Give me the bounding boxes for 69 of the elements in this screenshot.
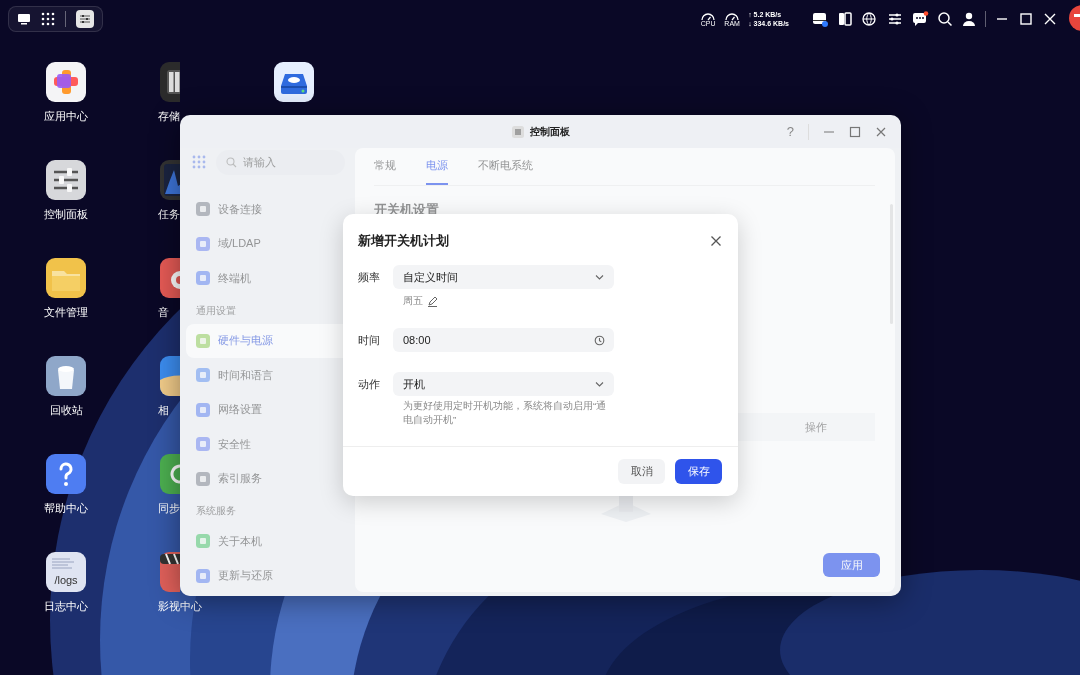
search-icon (226, 156, 237, 168)
app-label[interactable]: 相 (158, 403, 169, 418)
settings-category-icon (195, 470, 211, 487)
app-icon[interactable] (160, 258, 180, 298)
sidebar-heading: 系统服务 (195, 504, 237, 518)
close-icon[interactable] (1042, 11, 1058, 27)
app-icon[interactable]: /logs (46, 552, 86, 592)
settings-category-icon (195, 533, 211, 550)
notification-badge-icon[interactable] (1066, 4, 1080, 34)
app-label[interactable]: 控制面板 (44, 207, 88, 222)
field-label: 频率 (358, 269, 381, 285)
control-panel-icon[interactable] (76, 10, 94, 28)
app-label[interactable]: 影视中心 (158, 599, 202, 614)
app-label[interactable]: 应用中心 (44, 109, 88, 124)
sidebar-heading: 通用设置 (195, 303, 237, 318)
maximize-icon[interactable] (1018, 11, 1034, 27)
app-icon[interactable] (46, 160, 86, 200)
time-field[interactable]: 08:00 (393, 328, 614, 352)
settings-category-icon (195, 332, 211, 349)
settings-category-icon (195, 567, 211, 584)
app-label[interactable]: 同步 (158, 501, 180, 516)
search-field[interactable]: 请输入 (216, 149, 345, 175)
window-title: 控制面板 (529, 124, 570, 139)
app-label[interactable]: 任务 (158, 207, 180, 222)
app-icon[interactable] (46, 258, 86, 298)
user-icon[interactable] (961, 11, 977, 27)
globe-icon[interactable] (861, 11, 879, 27)
field-label: 动作 (358, 376, 381, 392)
app-icon[interactable] (46, 62, 86, 102)
chat-icon[interactable] (911, 11, 929, 27)
app-icon[interactable] (274, 62, 314, 102)
apps-grid-icon[interactable] (41, 12, 55, 26)
drive-icon[interactable] (811, 11, 829, 27)
select-field[interactable]: 开机 (393, 372, 614, 396)
gauge-icon (724, 11, 741, 21)
dialog-title: 新增开关机计划 (358, 232, 449, 250)
app-label[interactable]: 帮助中心 (44, 501, 88, 516)
close-icon[interactable] (710, 235, 722, 247)
app-label[interactable]: 回收站 (49, 403, 83, 418)
app-icon[interactable] (46, 454, 86, 494)
app-icon[interactable] (160, 356, 180, 396)
sliders-icon[interactable] (887, 11, 903, 27)
panel-icon[interactable] (837, 11, 853, 27)
selected-day: 周五 (403, 294, 423, 308)
settings-category-icon (195, 401, 211, 418)
column-header: 操作 (805, 419, 827, 435)
hint-text: 为更好使用定时开机功能，系统将自动启用“通电自动开机” (402, 399, 608, 427)
search-icon[interactable] (937, 11, 953, 27)
field-label: 时间 (358, 332, 381, 348)
clock-icon (594, 334, 605, 346)
app-icon[interactable] (160, 62, 180, 102)
app-label[interactable]: 存储 (158, 109, 180, 124)
app-icon[interactable] (46, 356, 86, 396)
gauge-icon (700, 11, 717, 21)
monitor-icon[interactable] (17, 13, 31, 25)
settings-category-icon (195, 201, 211, 218)
app-label[interactable]: 音 (158, 305, 169, 320)
app-icon[interactable] (160, 552, 180, 592)
cancel-button[interactable]: 取消 (618, 459, 665, 484)
settings-category-icon (195, 270, 211, 287)
settings-category-icon (195, 367, 211, 384)
settings-category-icon (195, 436, 211, 453)
control-panel-icon (511, 125, 524, 138)
pencil-icon[interactable] (427, 295, 438, 307)
settings-category-icon (195, 235, 211, 252)
app-label[interactable]: 文件管理 (44, 305, 88, 320)
save-button[interactable]: 保存 (675, 459, 722, 484)
select-field[interactable]: 自定义时间 (393, 265, 614, 289)
app-label[interactable]: 日志中心 (44, 599, 88, 614)
